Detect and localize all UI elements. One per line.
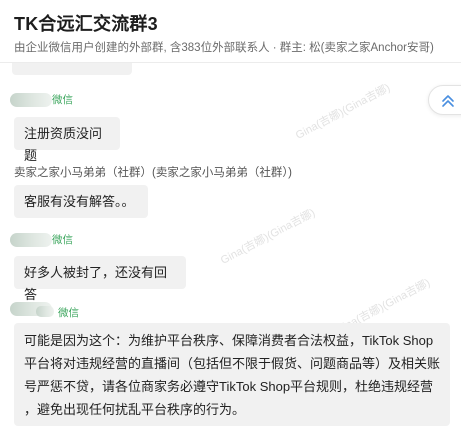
- message-list[interactable]: Gina(吉娜)(Gina吉娜) Gina(吉娜)(Gina吉娜) Gina(吉…: [0, 63, 461, 430]
- sender-wechat-tag: 微信: [58, 307, 79, 319]
- message-bubble[interactable]: 注册资质没问题: [14, 117, 120, 163]
- message-line: ，避免出现任何扰乱平台秩序的行为。: [24, 402, 246, 417]
- previous-message-bubble: [12, 63, 132, 75]
- group-subtitle: 由企业微信用户创建的外部群, 含383位外部联系人 · 群主: 松(卖家之家An…: [14, 42, 434, 54]
- message-bubble[interactable]: 可能是因为这个：为维护平台秩序、保障消费者合法权益，TikTok Shop 平台…: [14, 323, 450, 426]
- sender-avatar-blurred: [10, 233, 52, 247]
- sender-avatar-blurred: [10, 93, 52, 107]
- sender-name: 卖家之家小马弟弟（社群）(卖家之家小马弟弟（社群）): [14, 167, 292, 179]
- sender-wechat-tag: 微信: [52, 94, 73, 106]
- sender-avatar-blurred: [36, 306, 54, 317]
- chat-header: TK合远汇交流群3 由企业微信用户创建的外部群, 含383位外部联系人 · 群主…: [0, 0, 461, 63]
- message-line: 平台将对违规经营的直播间（包括但不限于假货、问题商品等）及相关账: [24, 356, 441, 371]
- message-line: 可能是因为这个：为维护平台秩序、保障消费者合法权益，TikTok Shop: [24, 333, 434, 348]
- message-line: 号严惩不贷，请各位商家务必遵守TikTok Shop平台规则，杜绝违规经营: [24, 379, 434, 394]
- double-chevron-up-icon: [442, 95, 454, 107]
- scroll-to-top-button[interactable]: [428, 85, 461, 115]
- sender-wechat-tag: 微信: [52, 234, 73, 246]
- watermark: Gina(吉娜)(Gina吉娜): [293, 81, 393, 142]
- watermark: Gina(吉娜)(Gina吉娜): [218, 206, 318, 267]
- message-bubble[interactable]: 好多人被封了，还没有回答: [14, 256, 186, 302]
- group-title[interactable]: TK合远汇交流群3: [14, 10, 158, 36]
- message-bubble[interactable]: 客服有没有解答。。: [14, 185, 148, 218]
